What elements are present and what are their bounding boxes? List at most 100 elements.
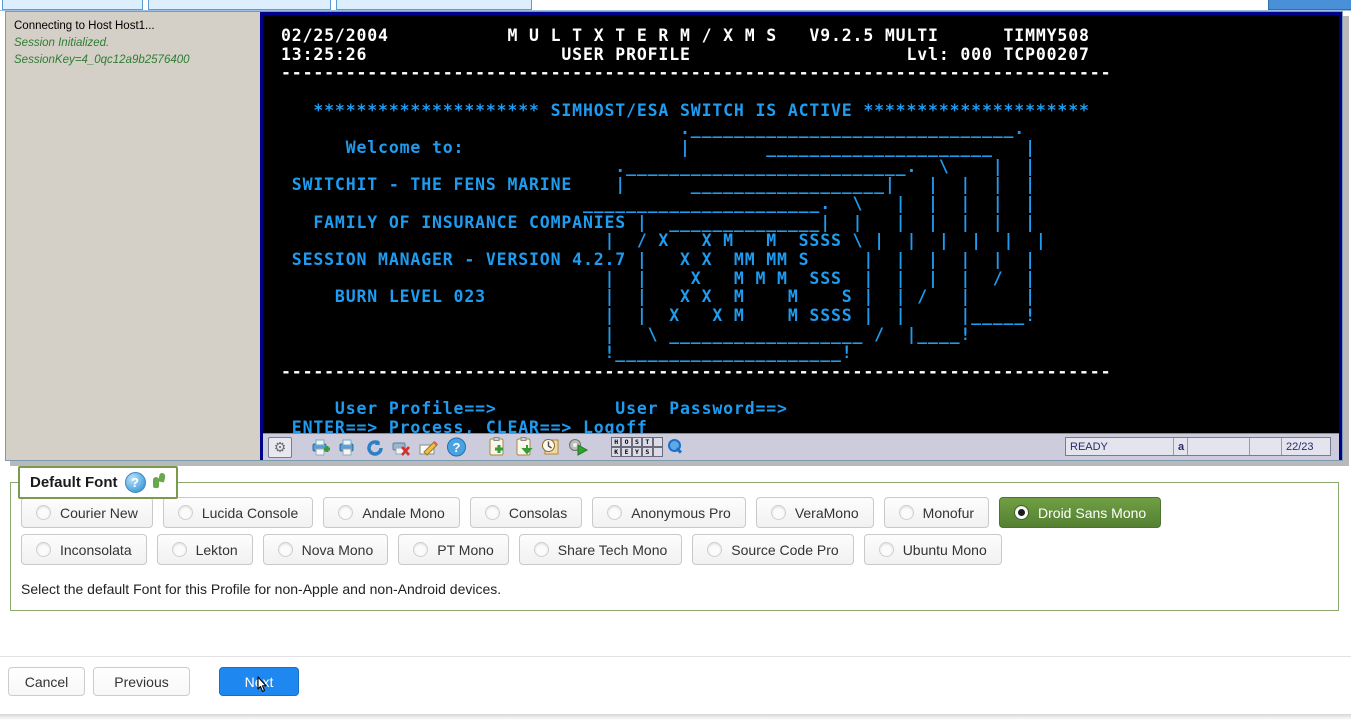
page-bottom-shadow [0, 714, 1351, 720]
terminal-divider-top: ----------------------------------------… [281, 63, 1112, 83]
tab-1[interactable] [2, 0, 143, 10]
status-cursor-position: 22/23 [1286, 440, 1314, 453]
font-radio-row-2: Inconsolata Lekton Nova Mono PT Mono Sha… [21, 534, 1326, 565]
cancel-button[interactable]: Cancel [8, 667, 85, 696]
hostkey-S: S [631, 437, 643, 447]
terminal-company-4: BURN LEVEL 023 | | X X M M S | | / | | [281, 287, 1036, 307]
font-option-label: Courier New [60, 504, 138, 521]
terminal-divider-bottom: ----------------------------------------… [281, 361, 1112, 381]
zoom-magnifier-icon[interactable] [665, 437, 683, 457]
terminal-header-line2: 13:25:26 USER PROFILE Lvl: 000 TCP00207 [281, 44, 1090, 64]
session-connecting-text: Connecting to Host Host1... [14, 20, 155, 32]
font-option-droid-sans-mono[interactable]: Droid Sans Mono [999, 497, 1162, 528]
font-option-label: Share Tech Mono [557, 541, 668, 558]
previous-button[interactable]: Previous [93, 667, 190, 696]
terminal-art-line-3: .__________________________. \ | | [281, 156, 1036, 176]
font-option-nova-mono[interactable]: Nova Mono [262, 534, 389, 565]
help-question-icon[interactable]: ? [444, 436, 468, 458]
font-radio-row-1: Courier New Lucida Console Andale Mono C… [21, 497, 1326, 528]
wizard-footer: Cancel Previous Next [0, 656, 1351, 715]
font-option-lekton[interactable]: Lekton [156, 534, 253, 565]
terminal-banner: ********************* SIMHOST/ESA SWITCH… [281, 100, 1090, 120]
radio-dot-icon [770, 505, 786, 520]
font-option-inconsolata[interactable]: Inconsolata [21, 534, 147, 565]
host-keys-icon[interactable]: H O S T K E Y S [611, 437, 663, 457]
print-cancel-icon[interactable] [390, 436, 414, 458]
font-option-anonymous-pro[interactable]: Anonymous Pro [592, 497, 746, 528]
terminal-header-line1: 02/25/2004 M U L T X T E R M / X M S V9.… [281, 26, 1090, 45]
font-option-pt-mono[interactable]: PT Mono [398, 534, 509, 565]
font-option-label: Ubuntu Mono [902, 541, 987, 558]
terminal-prompt-row[interactable]: User Profile==> User Password==> [281, 399, 788, 418]
tab-2[interactable] [148, 0, 331, 10]
hostkey-E: E [621, 447, 632, 457]
font-option-label: Inconsolata [60, 541, 132, 558]
radio-dot-icon [36, 505, 51, 520]
session-initialized-text: Session Initialized. [14, 37, 110, 49]
radio-dot-icon [878, 542, 894, 557]
font-option-label: PT Mono [437, 541, 494, 558]
terminal-art-line-1: .______________________________. [281, 119, 1026, 139]
terminal-toolbar: ⚙ ? H O S T K E Y S READY a 22/23 [263, 433, 1339, 460]
radio-dot-icon [898, 505, 914, 520]
radio-dot-icon [413, 542, 429, 557]
terminal-art-line-7: | | X X M M SSSS | | |_____! [281, 305, 1036, 325]
settings-window-icon[interactable]: ⚙ [268, 436, 292, 458]
radio-dot-icon [36, 542, 51, 557]
next-button[interactable]: Next [219, 667, 299, 696]
hostkey-S2: S [642, 447, 653, 457]
terminal-screen-text: 02/25/2004 M U L T X T E R M / X M S V9.… [263, 15, 1339, 436]
terminal-art-line-6: | | X M M M SSS | | | | / | [281, 268, 1036, 288]
radio-dot-icon [607, 505, 623, 520]
hostkey-H: H [611, 437, 622, 447]
edit-pencil-icon[interactable] [417, 436, 441, 458]
terminal-art-line-5: | / X X M M SSSS \ | | | | | | [281, 231, 1047, 251]
printer-icon[interactable] [336, 436, 360, 458]
font-option-share-tech-mono[interactable]: Share Tech Mono [518, 534, 683, 565]
font-option-courier-new[interactable]: Courier New [21, 497, 153, 528]
left-edge-spacer [0, 11, 4, 461]
hostkey-O: O [621, 437, 632, 447]
hostkey-K: K [611, 447, 622, 457]
radio-dot-icon [338, 505, 354, 520]
font-option-veramono[interactable]: VeraMono [755, 497, 874, 528]
tab-4[interactable] [1268, 0, 1351, 10]
font-option-lucida-console[interactable]: Lucida Console [162, 497, 314, 528]
radio-dot-icon [707, 542, 723, 557]
terminal-art-line-2: Welcome to: | _____________________ | [281, 137, 1036, 157]
font-option-ubuntu-mono[interactable]: Ubuntu Mono [863, 534, 1002, 565]
browser-tab-strip [0, 0, 1351, 11]
legend-title: Default Font [30, 474, 118, 491]
radio-dot-icon [177, 505, 193, 520]
font-option-source-code-pro[interactable]: Source Code Pro [692, 534, 854, 565]
clipboard-paste-icon[interactable] [512, 436, 536, 458]
font-option-label: Nova Mono [301, 541, 374, 558]
tab-3-active[interactable] [336, 0, 532, 10]
help-question-icon[interactable]: ? [124, 472, 146, 493]
footprints-icon[interactable] [152, 473, 168, 492]
refresh-blue-icon[interactable] [363, 436, 387, 458]
radio-dot-icon [277, 542, 293, 557]
session-status-pane: Connecting to Host Host1... Session Init… [6, 12, 260, 460]
terminal-screen-container[interactable]: 02/25/2004 M U L T X T E R M / X M S V9.… [260, 12, 1342, 460]
printer-add-icon[interactable] [309, 436, 333, 458]
clipboard-add-icon[interactable] [485, 436, 509, 458]
font-option-label: Anonymous Pro [631, 504, 731, 521]
default-font-groupbox: Courier New Lucida Console Andale Mono C… [10, 482, 1339, 611]
font-option-label: Consolas [508, 504, 568, 521]
font-option-label: Monofur [922, 504, 975, 521]
macro-run-icon[interactable] [566, 436, 590, 458]
radio-dot-icon [484, 505, 500, 520]
font-option-consolas[interactable]: Consolas [469, 497, 583, 528]
default-font-description: Select the default Font for this Profile… [21, 581, 502, 597]
terminal-art-line-8: | \ __________________ / |____! [281, 324, 972, 344]
history-clock-icon[interactable] [539, 436, 563, 458]
font-option-andale-mono[interactable]: Andale Mono [323, 497, 460, 528]
terminal-art-line-9: !_____________________! [281, 343, 853, 363]
font-option-monofur[interactable]: Monofur [883, 497, 990, 528]
hostkey-blank1 [652, 437, 663, 447]
window-shadow-bottom [10, 461, 1349, 466]
terminal-status-fields: READY a 22/23 [1065, 437, 1331, 456]
terminal-art-line-4: ______________________. \ | | | | | [281, 193, 1036, 213]
radio-dot-icon [171, 542, 187, 557]
